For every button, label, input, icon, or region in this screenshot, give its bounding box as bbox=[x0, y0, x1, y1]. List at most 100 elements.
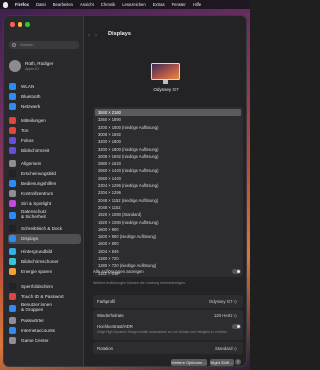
search-placeholder: Suchen bbox=[20, 42, 34, 47]
sidebar-item-label: Bedienungshilfen bbox=[21, 181, 57, 187]
sidebar-item-bildschirmschoner[interactable]: Bildschirmschoner bbox=[8, 257, 81, 267]
minimize-button[interactable] bbox=[17, 22, 22, 27]
menu-firefox[interactable]: Firefox bbox=[15, 2, 29, 7]
sidebar-item-siri-spotlight[interactable]: Siri & Spotlight bbox=[8, 199, 81, 209]
search-input[interactable]: Suchen bbox=[9, 41, 79, 49]
battery-icon bbox=[9, 268, 16, 276]
monitor-screen bbox=[151, 63, 180, 80]
menu-chronik[interactable]: Chronik bbox=[101, 2, 115, 7]
menu-lesezeichen[interactable]: Lesezeichen bbox=[122, 2, 146, 7]
resolution-option[interactable]: 1600 × 900 bbox=[95, 226, 241, 233]
sidebar-item-touch-id-passwort[interactable]: Touch ID & Passwort bbox=[8, 292, 81, 302]
resolution-option[interactable]: 1600 × 900 bbox=[95, 240, 241, 247]
sidebar-item-allgemein[interactable]: Allgemein bbox=[8, 159, 81, 169]
sidebar-item-label: Sperrbildschirm bbox=[21, 284, 53, 290]
sidebar-item-mitteilungen[interactable]: Mitteilungen bbox=[8, 116, 81, 126]
hand-icon bbox=[9, 211, 16, 219]
menu-bar: Firefox Datei Bearbeiten Ansicht Chronik… bbox=[0, 0, 250, 9]
sidebar-item-label: Touch ID & Passwort bbox=[21, 294, 64, 300]
sidebar-item-hintergrundbild[interactable]: Hintergrundbild bbox=[8, 247, 81, 257]
sidebar-item-passwörter[interactable]: Passwörter bbox=[8, 316, 81, 326]
sidebar-item-kontrollzentrum[interactable]: Kontrollzentrum bbox=[8, 189, 81, 199]
monitor-icon[interactable] bbox=[151, 63, 180, 84]
show-all-resolutions-toggle[interactable] bbox=[232, 269, 241, 274]
zoom-button[interactable] bbox=[25, 22, 30, 27]
resolution-option[interactable]: 2304 × 1296 (niedrige Auflösung) bbox=[95, 182, 241, 189]
rotation-select[interactable]: Standard ◇ bbox=[215, 346, 237, 352]
resolution-note: Weitere Auflösungen können die Leistung … bbox=[93, 281, 186, 285]
help-button[interactable]: ? bbox=[235, 359, 241, 365]
sidebar-item-displays[interactable]: Displays bbox=[8, 234, 81, 244]
resolution-option[interactable]: 3200 × 1800 bbox=[95, 138, 241, 145]
resolution-option[interactable]: 3200 × 1800 (niedrige Auflösung) bbox=[95, 146, 241, 153]
forward-icon[interactable]: › bbox=[95, 33, 97, 39]
at-icon bbox=[9, 327, 16, 335]
resolution-option[interactable]: 2048 × 1152 (niedrige Auflösung) bbox=[95, 197, 241, 204]
resolution-option[interactable]: 3840 × 2160 bbox=[95, 109, 241, 117]
resolution-option[interactable]: 1600 × 900 (niedrige Auflösung) bbox=[95, 233, 241, 240]
sidebar-item-erscheinungsbild[interactable]: Erscheinungsbild bbox=[8, 169, 81, 179]
settings-window: Suchen Roth, Rüdiger Apple-ID WLAN Blueto… bbox=[3, 15, 247, 367]
sidebar: Suchen Roth, Rüdiger Apple-ID WLAN Blueto… bbox=[4, 16, 84, 366]
menu-fenster[interactable]: Fenster bbox=[172, 2, 186, 7]
sidebar-item-label: Internetaccounts bbox=[21, 328, 55, 334]
back-icon[interactable]: ‹ bbox=[88, 33, 90, 39]
sidebar-item-label: Energie sparen bbox=[21, 269, 53, 275]
resolution-option[interactable]: 2304 × 1296 bbox=[95, 189, 241, 196]
gamecenter-icon bbox=[9, 337, 16, 345]
sidebar-item-bildschirmzeit[interactable]: Bildschirmzeit bbox=[8, 146, 81, 156]
sidebar-item-netzwerk[interactable]: Netzwerk bbox=[8, 102, 81, 112]
sidebar-item-benutzer-innen-gruppen[interactable]: Benutzer:innen & Gruppen bbox=[8, 302, 81, 314]
resolution-option[interactable]: 2048 × 1152 bbox=[95, 204, 241, 211]
sidebar-item-sperrbildschirm[interactable]: Sperrbildschirm bbox=[8, 282, 81, 292]
color-profile-select[interactable]: Odyssey G7 ◇ bbox=[209, 299, 237, 305]
sidebar-item-label: Benutzer:innen & Gruppen bbox=[21, 302, 52, 312]
resolution-option[interactable]: 1920 × 1080 (niedrige Auflösung) bbox=[95, 219, 241, 226]
night-shift-button[interactable]: Night Shift ... bbox=[210, 359, 234, 366]
sidebar-item-schreibtisch-dock[interactable]: Schreibtisch & Dock bbox=[8, 224, 81, 234]
hourglass-icon bbox=[9, 147, 16, 155]
menu-ansicht[interactable]: Ansicht bbox=[80, 2, 94, 7]
resolution-option[interactable]: 1920 × 1080 (Standard) bbox=[95, 211, 241, 218]
resolution-option[interactable]: 1504 × 846 bbox=[95, 248, 241, 255]
refresh-rate-select[interactable]: 120 Hertz ◇ bbox=[214, 313, 237, 319]
sidebar-item-energie-sparen[interactable]: Energie sparen bbox=[8, 267, 81, 277]
resolution-option[interactable]: 3200 × 1800 (niedrige Auflösung) bbox=[95, 124, 241, 131]
close-button[interactable] bbox=[10, 22, 15, 27]
sidebar-item-bluetooth[interactable]: Bluetooth bbox=[8, 92, 81, 102]
menu-bearbeiten[interactable]: Bearbeiten bbox=[53, 2, 73, 7]
resolution-option[interactable]: 2880 × 1620 bbox=[95, 160, 241, 167]
fingerprint-icon bbox=[9, 293, 16, 301]
resolution-option[interactable]: 2560 × 1440 (niedrige Auflösung) bbox=[95, 167, 241, 174]
menu-extras[interactable]: Extras bbox=[153, 2, 165, 7]
sidebar-item-fokus[interactable]: Fokus bbox=[8, 136, 81, 146]
hdr-toggle[interactable] bbox=[232, 324, 241, 329]
gear-icon bbox=[9, 160, 16, 168]
search-icon bbox=[12, 42, 16, 47]
resolution-option[interactable]: 3360 × 1890 bbox=[95, 116, 241, 123]
accessibility-icon bbox=[9, 180, 16, 188]
user-account[interactable]: Roth, Rüdiger Apple-ID bbox=[9, 58, 81, 76]
sidebar-item-internetaccounts[interactable]: Internetaccounts bbox=[8, 326, 81, 336]
sidebar-item-bedienungshilfen[interactable]: Bedienungshilfen bbox=[8, 179, 81, 189]
sidebar-item-label: Ton bbox=[21, 128, 29, 134]
siri-icon bbox=[9, 200, 16, 208]
apple-icon[interactable] bbox=[3, 1, 8, 8]
sidebar-item-label: Fokus bbox=[21, 138, 34, 144]
menu-hilfe[interactable]: Hilfe bbox=[193, 2, 201, 7]
sidebar-item-label: Allgemein bbox=[21, 161, 42, 167]
sidebar-item-game-center[interactable]: Game Center bbox=[8, 336, 81, 346]
avatar bbox=[9, 60, 21, 72]
advanced-options-button[interactable]: Weitere Optionen ... bbox=[171, 359, 207, 366]
resolution-option[interactable]: 3008 × 1692 (niedrige Auflösung) bbox=[95, 153, 241, 160]
sidebar-item-label: Bluetooth bbox=[21, 94, 41, 100]
appearance-icon bbox=[9, 170, 16, 178]
sidebar-item-datenschutz-sicherheit[interactable]: Datenschutz & Sicherheit bbox=[8, 209, 81, 221]
sidebar-item-ton[interactable]: Ton bbox=[8, 126, 81, 136]
resolution-option[interactable]: 2560 × 1440 bbox=[95, 175, 241, 182]
menu-datei[interactable]: Datei bbox=[36, 2, 46, 7]
resolution-option[interactable]: 1280 × 720 bbox=[95, 255, 241, 262]
sidebar-item-label: Bildschirmzeit bbox=[21, 148, 50, 154]
sidebar-item-wlan[interactable]: WLAN bbox=[8, 82, 81, 92]
resolution-option[interactable]: 3008 × 1692 bbox=[95, 131, 241, 138]
